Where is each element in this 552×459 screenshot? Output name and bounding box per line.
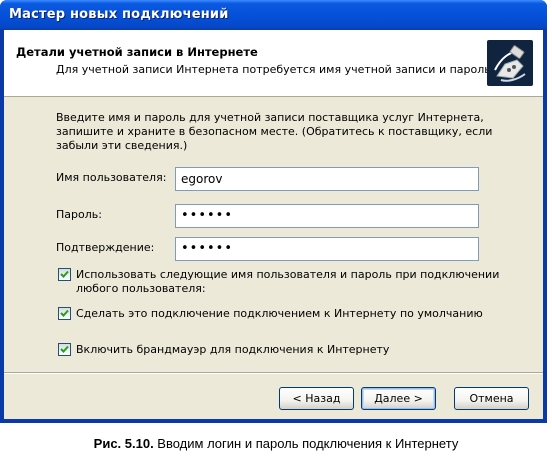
wizard-header: Детали учетной записи в Интернете Для уч… [4,30,543,97]
check-icon [60,345,69,353]
confirm-password-input[interactable]: •••••• [175,237,479,261]
cancel-button[interactable]: Отмена [454,387,529,410]
wizard-body: Детали учетной записи в Интернете Для уч… [4,30,543,419]
checkbox-box[interactable] [58,307,71,320]
title-bar[interactable]: Мастер новых подключений [0,0,547,30]
checkbox-box[interactable] [58,268,71,281]
figure-text: Вводим логин и пароль подключения к Инте… [153,436,459,451]
username-label: Имя пользователя: [56,171,167,184]
check-icon [60,270,69,278]
back-button[interactable]: < Назад [279,387,354,410]
password-input[interactable]: •••••• [175,204,479,228]
checkbox-label: Использовать следующие имя пользователя … [76,268,499,296]
button-separator [4,372,543,374]
checkbox-label-line1: Использовать следующие имя пользователя … [76,268,500,281]
phone-connection-icon [487,40,533,86]
header-subtitle: Для учетной записи Интернета потребуется… [56,63,495,76]
header-title: Детали учетной записи в Интернете [16,45,258,59]
confirm-label: Подтверждение: [56,241,155,254]
window-title: Мастер новых подключений [9,7,229,22]
checkbox-label-line2: любого пользователя: [76,282,206,295]
wizard-window: Мастер новых подключений Детали учетной … [0,0,547,423]
checkbox-label: Включить брандмауэр для подключения к Ин… [76,343,390,356]
checkbox-box[interactable] [58,343,71,356]
intro-text: Введите имя и пароль для учетной записи … [56,111,493,152]
password-label: Пароль: [56,208,102,221]
next-button[interactable]: Далее > [361,387,436,410]
checkbox-label: Сделать это подключение подключением к И… [76,307,483,320]
check-icon [60,309,69,317]
figure-number: Рис. 5.10. [93,436,154,451]
figure-caption: Рис. 5.10. Вводим логин и пароль подключ… [0,436,552,451]
username-input[interactable]: egorov [175,167,479,191]
